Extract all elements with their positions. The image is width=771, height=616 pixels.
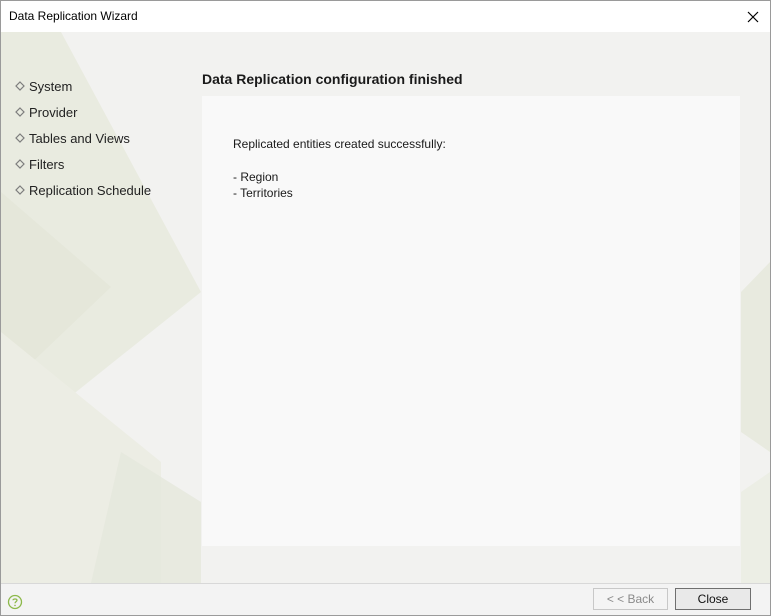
help-icon[interactable] xyxy=(7,594,23,610)
success-message: Replicated entities created successfully… xyxy=(233,137,446,151)
close-icon xyxy=(747,11,759,22)
nav-item-label: Provider xyxy=(29,104,78,120)
wizard-footer: < < Back Close xyxy=(1,583,770,615)
step-bullet-icon xyxy=(15,133,25,143)
nav-item-label: Replication Schedule xyxy=(29,182,152,198)
nav-item-provider[interactable]: Provider xyxy=(15,99,151,125)
wizard-window: Data Replication Wizard System Provider … xyxy=(0,0,771,616)
title-bar: Data Replication Wizard xyxy=(1,1,770,32)
step-bullet-icon xyxy=(15,107,25,117)
nav-item-replication-schedule[interactable]: Replication Schedule xyxy=(15,177,151,203)
list-item: - Territories xyxy=(233,186,293,200)
window-close-button[interactable] xyxy=(736,1,770,32)
entity-list: - Region - Territories xyxy=(233,169,293,201)
back-button[interactable]: < < Back xyxy=(593,588,668,610)
page-title: Data Replication configuration finished xyxy=(202,71,463,87)
window-title: Data Replication Wizard xyxy=(9,9,138,23)
nav-item-label: System xyxy=(29,78,73,94)
result-panel: Replicated entities created successfully… xyxy=(202,96,740,546)
wizard-steps-nav: System Provider Tables and Views Filters xyxy=(15,73,151,203)
nav-item-system[interactable]: System xyxy=(15,73,151,99)
nav-item-filters[interactable]: Filters xyxy=(15,151,151,177)
wizard-content: System Provider Tables and Views Filters xyxy=(1,32,770,583)
list-item: - Region xyxy=(233,170,279,184)
step-bullet-icon xyxy=(15,159,25,169)
close-button[interactable]: Close xyxy=(675,588,751,610)
nav-item-label: Filters xyxy=(29,156,65,172)
nav-item-tables-and-views[interactable]: Tables and Views xyxy=(15,125,151,151)
step-bullet-icon xyxy=(15,185,25,195)
step-bullet-icon xyxy=(15,81,25,91)
nav-item-label: Tables and Views xyxy=(29,130,130,146)
